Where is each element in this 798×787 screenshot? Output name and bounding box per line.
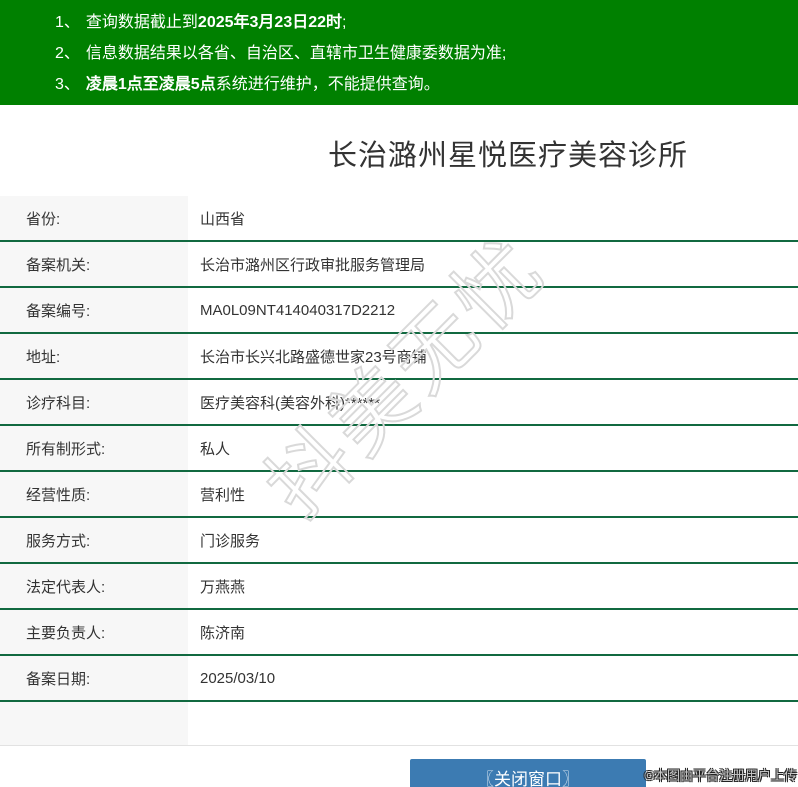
table-row: 备案日期: 2025/03/10 bbox=[0, 656, 798, 702]
notice-number: 2、 bbox=[55, 45, 80, 62]
row-label: 主要负责人: bbox=[0, 610, 188, 654]
row-label: 诊疗科目: bbox=[0, 380, 188, 424]
row-label: 服务方式: bbox=[0, 518, 188, 562]
row-value: 万燕燕 bbox=[188, 564, 798, 608]
notice-number: 3、 bbox=[55, 76, 80, 93]
row-label bbox=[0, 702, 188, 745]
notice-line-2: 2、 信息数据结果以各省、自治区、直辖市卫生健康委数据为准; bbox=[55, 38, 788, 69]
row-label: 备案机关: bbox=[0, 242, 188, 286]
table-row: 地址: 长治市长兴北路盛德世家23号商铺 bbox=[0, 334, 798, 380]
row-value: 营利性 bbox=[188, 472, 798, 516]
row-value: MA0L09NT414040317D2212 bbox=[188, 288, 798, 332]
notice-text: ; bbox=[342, 14, 347, 31]
row-label: 省份: bbox=[0, 196, 188, 240]
notice-line-3: 3、 凌晨1点至凌晨5点系统进行维护，不能提供查询。 bbox=[55, 69, 788, 100]
notice-text: 系统进行维护，不能提供查询。 bbox=[215, 76, 440, 93]
notice-text: 信息数据结果以各省、自治区、直辖市卫生健康委数据为准; bbox=[85, 45, 507, 62]
row-value: 2025/03/10 bbox=[188, 656, 798, 700]
row-label: 法定代表人: bbox=[0, 564, 188, 608]
table-row: 诊疗科目: 医疗美容科(美容外科)****** bbox=[0, 380, 798, 426]
row-label: 经营性质: bbox=[0, 472, 188, 516]
info-table: 省份: 山西省 备案机关: 长治市潞州区行政审批服务管理局 备案编号: MA0L… bbox=[0, 196, 798, 746]
row-value bbox=[188, 702, 798, 745]
table-row: 法定代表人: 万燕燕 bbox=[0, 564, 798, 610]
row-value: 山西省 bbox=[188, 196, 798, 240]
table-row: 经营性质: 营利性 bbox=[0, 472, 798, 518]
page: 1、 查询数据截止到2025年3月23日22时; 2、 信息数据结果以各省、自治区、… bbox=[0, 0, 798, 787]
close-window-button[interactable]: 〖关闭窗口〗 bbox=[410, 759, 646, 787]
notice-text: 查询数据截止到 bbox=[85, 14, 198, 31]
table-row: 主要负责人: 陈济南 bbox=[0, 610, 798, 656]
row-value: 医疗美容科(美容外科)****** bbox=[188, 380, 798, 424]
row-label: 备案编号: bbox=[0, 288, 188, 332]
row-label: 所有制形式: bbox=[0, 426, 188, 470]
page-title: 长治潞州星悦医疗美容诊所 bbox=[327, 140, 688, 172]
row-value: 门诊服务 bbox=[188, 518, 798, 562]
table-row: 省份: 山西省 bbox=[0, 196, 798, 242]
row-value: 私人 bbox=[188, 426, 798, 470]
table-row: 服务方式: 门诊服务 bbox=[0, 518, 798, 564]
title-wrap: 长治潞州星悦医疗美容诊所 bbox=[0, 132, 798, 174]
row-value: 陈济南 bbox=[188, 610, 798, 654]
table-row: 备案编号: MA0L09NT414040317D2212 bbox=[0, 288, 798, 334]
notice-bar: 1、 查询数据截止到2025年3月23日22时; 2、 信息数据结果以各省、自治区、… bbox=[0, 0, 798, 105]
notice-number: 1、 bbox=[55, 14, 80, 31]
table-row bbox=[0, 702, 798, 746]
table-row: 所有制形式: 私人 bbox=[0, 426, 798, 472]
notice-text-bold: 2025年3月23日22时 bbox=[197, 14, 343, 31]
notice-line-1: 1、 查询数据截止到2025年3月23日22时; bbox=[55, 7, 788, 38]
copyright-watermark: ©本图由平台注册用户上传 bbox=[644, 768, 797, 783]
row-value: 长治市长兴北路盛德世家23号商铺 bbox=[188, 334, 798, 378]
table-row: 备案机关: 长治市潞州区行政审批服务管理局 bbox=[0, 242, 798, 288]
row-label: 地址: bbox=[0, 334, 188, 378]
row-value: 长治市潞州区行政审批服务管理局 bbox=[188, 242, 798, 286]
row-label: 备案日期: bbox=[0, 656, 188, 700]
notice-text-bold: 凌晨1点至凌晨5点 bbox=[85, 76, 216, 93]
